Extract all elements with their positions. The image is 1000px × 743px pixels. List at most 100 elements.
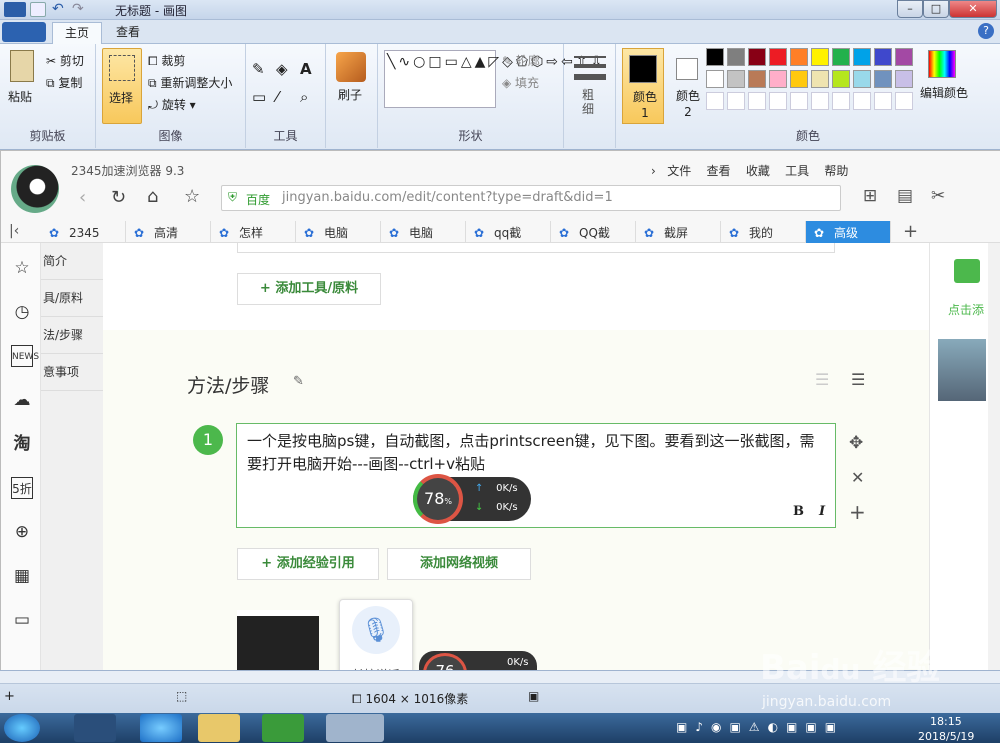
toc-item-steps[interactable]: 法/步骤	[41, 317, 103, 354]
palette-color[interactable]	[811, 92, 829, 110]
italic-icon[interactable]: I	[819, 504, 825, 519]
start-button[interactable]	[4, 714, 40, 742]
shapes-gallery[interactable]: ╲∿○□▭△▲◸◇⬠⬡⇨⇦⇧⇩	[384, 50, 602, 108]
system-tray[interactable]: ▣♪◉▣⚠◐▣▣▣	[676, 720, 896, 736]
palette-color[interactable]	[832, 48, 850, 66]
size-button[interactable]: 粗细	[582, 88, 598, 116]
copy-button[interactable]: ⧉ 复制	[46, 74, 82, 91]
ie-taskbar-icon[interactable]	[140, 714, 182, 742]
minimize-button[interactable]: –	[897, 0, 923, 18]
chat-icon[interactable]: ☁	[11, 389, 33, 411]
palette-color[interactable]	[748, 70, 766, 88]
browser-tab[interactable]: ✿ QQ截	[551, 221, 636, 245]
tabs-scroll-left-icon[interactable]: |‹	[9, 223, 19, 239]
eraser-icon[interactable]: ▭	[252, 88, 266, 106]
palette-color[interactable]	[874, 48, 892, 66]
palette-color[interactable]	[706, 92, 724, 110]
microphone-icon[interactable]: 🎙	[352, 606, 400, 654]
palette-color[interactable]	[727, 70, 745, 88]
palette-color[interactable]	[832, 92, 850, 110]
palette-color[interactable]	[727, 92, 745, 110]
palette-color[interactable]	[706, 70, 724, 88]
news-icon[interactable]: NEWS	[11, 345, 39, 367]
discount-icon[interactable]: 5折	[11, 477, 33, 499]
text-icon[interactable]: A	[300, 60, 312, 78]
add-reference-button[interactable]: + 添加经验引用	[237, 548, 379, 580]
palette-color[interactable]	[769, 70, 787, 88]
outline-button[interactable]: ✎ 轮廓	[502, 52, 540, 69]
palette-color[interactable]	[895, 70, 913, 88]
history-icon[interactable]: ◷	[11, 301, 33, 323]
browser-tab[interactable]: ✿ 我的	[721, 221, 806, 245]
save-icon[interactable]	[30, 2, 46, 17]
maximize-button[interactable]: □	[923, 0, 949, 18]
image-add-icon[interactable]	[954, 259, 980, 283]
scissors-tool-icon[interactable]: ✂	[931, 186, 945, 206]
browser-tab[interactable]: ✿ 高清	[126, 221, 211, 245]
add-tool-button[interactable]: + 添加工具/原料	[237, 273, 381, 305]
palette-color[interactable]	[874, 70, 892, 88]
palette-color[interactable]	[811, 48, 829, 66]
paint-app-icon[interactable]	[4, 2, 26, 17]
palette-color[interactable]	[853, 70, 871, 88]
new-tab-icon[interactable]: +	[903, 221, 918, 242]
toc-item-intro[interactable]: 简介	[41, 243, 103, 280]
palette-color[interactable]	[748, 48, 766, 66]
color-picker-icon[interactable]: ⁄	[276, 88, 279, 106]
fill-button[interactable]: ◈ 填充	[502, 74, 539, 91]
pencil-icon[interactable]: ✎	[252, 60, 265, 78]
delete-step-icon[interactable]: ✕	[851, 468, 864, 487]
palette-color[interactable]	[832, 70, 850, 88]
magnifier-icon[interactable]: ⌕	[300, 88, 308, 106]
palette-color[interactable]	[790, 92, 808, 110]
fill-icon[interactable]: ◈	[276, 60, 288, 78]
undo-icon[interactable]: ↶	[52, 2, 68, 17]
crop-button[interactable]: ⧠ 裁剪	[148, 52, 185, 69]
explorer-taskbar-icon[interactable]	[198, 714, 240, 742]
paint-taskbar-icon[interactable]	[326, 714, 384, 742]
ordered-list-icon[interactable]: ☰	[815, 370, 829, 389]
unordered-list-icon[interactable]: ☰	[851, 370, 865, 389]
bold-icon[interactable]: B	[793, 504, 804, 519]
help-icon[interactable]: ?	[978, 23, 994, 39]
browser-tab[interactable]: ✿ 高级	[806, 221, 891, 245]
add-video-button[interactable]: 添加网络视频	[387, 548, 531, 580]
palette-color[interactable]	[895, 92, 913, 110]
palette-color[interactable]	[727, 48, 745, 66]
redo-icon[interactable]: ↷	[72, 2, 88, 17]
palette-color[interactable]	[811, 70, 829, 88]
tab-view[interactable]: 查看	[104, 22, 152, 44]
palette-color[interactable]	[853, 48, 871, 66]
paste-icon[interactable]	[10, 50, 34, 82]
palette-color[interactable]	[790, 70, 808, 88]
browser-tab[interactable]: ✿ 电脑	[381, 221, 466, 245]
video-icon[interactable]: ▦	[11, 565, 33, 587]
select-button[interactable]: 选择	[102, 48, 142, 124]
qq-taskbar-icon[interactable]	[74, 714, 116, 742]
close-button[interactable]: ✕	[949, 0, 997, 18]
side-thumbnail[interactable]	[938, 339, 986, 401]
edit-title-icon[interactable]: ✎	[293, 374, 304, 389]
paint-menu-button[interactable]	[2, 22, 46, 42]
palette-color[interactable]	[790, 48, 808, 66]
add-step-icon[interactable]: +	[849, 500, 866, 524]
toc-item-notes[interactable]: 意事项	[41, 354, 103, 391]
toc-item-tools[interactable]: 具/原料	[41, 280, 103, 317]
side-add-label[interactable]: 点击添	[948, 301, 984, 318]
palette-color[interactable]	[748, 92, 766, 110]
palette-color[interactable]	[706, 48, 724, 66]
brush-icon[interactable]	[336, 52, 366, 82]
browser-tab[interactable]: ✿ 截屏	[636, 221, 721, 245]
palette-color[interactable]	[769, 48, 787, 66]
browser-tab[interactable]: ✿ 2345	[41, 221, 126, 245]
edit-colors-button[interactable]: 编辑颜色	[920, 84, 968, 101]
speed-widget[interactable]: 78% ↑ 0K/s ↓ 0K/s	[413, 474, 531, 524]
step-editor[interactable]: 一个是按电脑ps键，自动截图，点击printscreen键，见下图。要看到这一张…	[236, 423, 836, 528]
taobao-icon[interactable]: 淘	[11, 433, 33, 455]
step-text[interactable]: 一个是按电脑ps键，自动截图，点击printscreen键，见下图。要看到这一张…	[247, 430, 827, 476]
palette-color[interactable]	[853, 92, 871, 110]
game-icon[interactable]: ⊕	[11, 521, 33, 543]
brush-button[interactable]: 刷子	[338, 86, 362, 103]
rotate-button[interactable]: ⤾ 旋转 ▾	[148, 96, 196, 113]
browser-tab[interactable]: ✿ qq截	[466, 221, 551, 245]
